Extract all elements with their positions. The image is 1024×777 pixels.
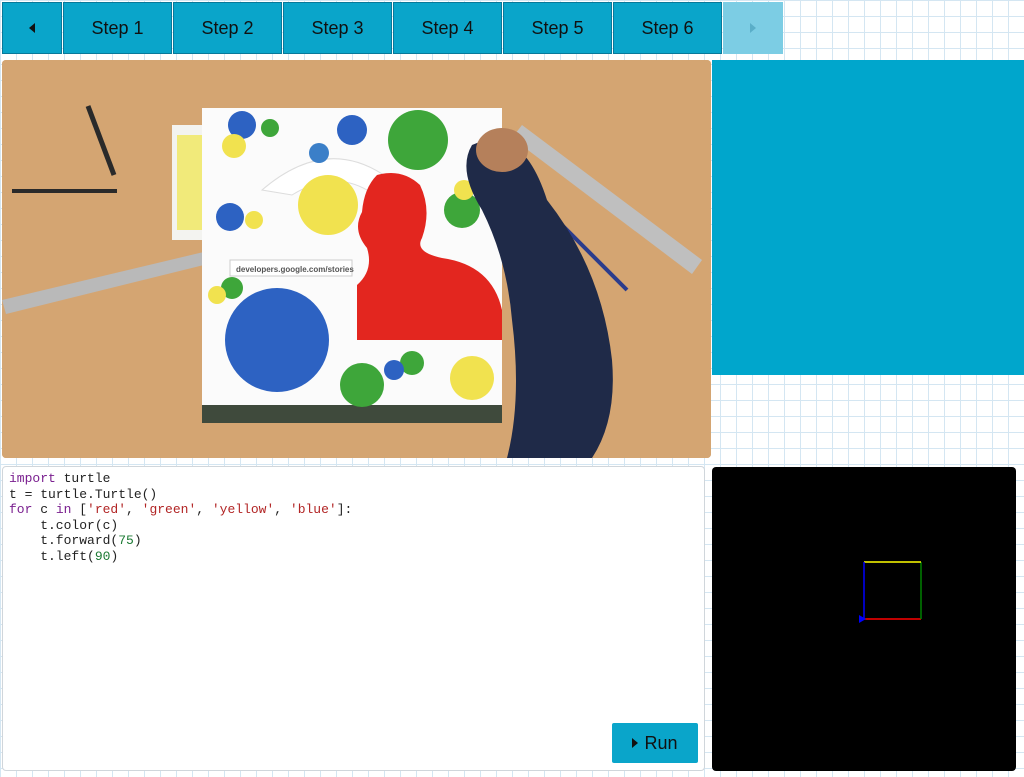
tab-step-1[interactable]: Step 1	[63, 2, 172, 54]
side-panel	[712, 60, 1024, 375]
next-step-button[interactable]	[723, 2, 783, 54]
triangle-left-icon	[29, 23, 35, 33]
turtle-canvas	[712, 467, 1016, 771]
tab-step-6[interactable]: Step 6	[613, 2, 722, 54]
video-illustration: developers.google.com/stories	[2, 60, 711, 458]
code-line-4: t.color(c)	[9, 517, 119, 533]
prev-step-button[interactable]	[2, 2, 62, 54]
tab-step-2[interactable]: Step 2	[173, 2, 282, 54]
turtle-drawing	[859, 561, 922, 623]
tab-step-3[interactable]: Step 3	[283, 2, 392, 54]
code-editor[interactable]: import turtle t = turtle.Turtle() for c …	[2, 466, 705, 771]
code-line-2: t = turtle.Turtle()	[9, 486, 158, 502]
run-button[interactable]: Run	[612, 723, 698, 763]
step-tab-bar: Step 1 Step 2 Step 3 Step 4 Step 5 Step …	[2, 2, 784, 56]
play-icon	[632, 738, 639, 748]
tab-step-4[interactable]: Step 4	[393, 2, 502, 54]
code-line-6: t.left(90)	[9, 548, 119, 564]
video-frame[interactable]: developers.google.com/stories	[2, 60, 711, 458]
code-line-1: import turtle	[9, 471, 111, 486]
turtle-cursor-icon	[859, 615, 866, 623]
triangle-right-icon	[750, 23, 756, 33]
code-line-3: for c in ['red', 'green', 'yellow', 'blu…	[9, 502, 353, 517]
url-card-text: developers.google.com/stories	[236, 265, 354, 274]
tab-step-5[interactable]: Step 5	[503, 2, 612, 54]
code-line-5: t.forward(75)	[9, 533, 142, 548]
code-area[interactable]: import turtle t = turtle.Turtle() for c …	[9, 471, 704, 564]
run-button-label: Run	[644, 732, 678, 753]
